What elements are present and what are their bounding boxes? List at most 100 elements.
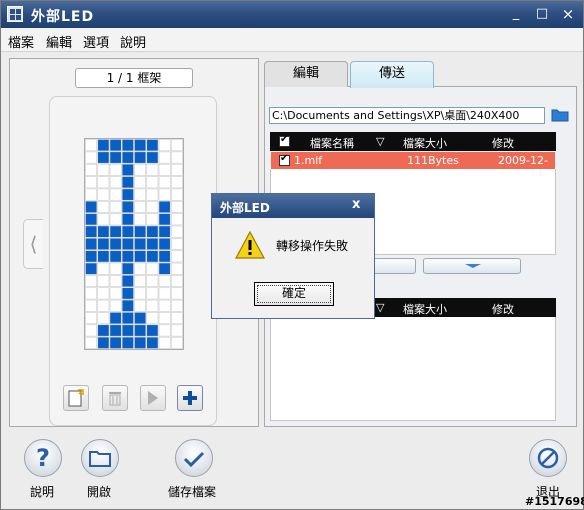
led-pixel-on[interactable] [134, 336, 147, 349]
led-pixel-off[interactable] [158, 336, 171, 349]
led-pixel-off[interactable] [109, 163, 122, 176]
led-pixel-off[interactable] [170, 176, 183, 189]
row-checkbox[interactable] [279, 153, 290, 166]
new-frame-button[interactable] [63, 385, 89, 411]
led-pixel-off[interactable] [158, 151, 171, 164]
close-window-button[interactable]: × [559, 5, 577, 23]
led-pixel-on[interactable] [85, 262, 98, 275]
led-pixel-off[interactable] [85, 299, 98, 312]
led-pixel-on[interactable] [121, 200, 134, 213]
led-pixel-off[interactable] [109, 213, 122, 226]
led-pixel-off[interactable] [109, 176, 122, 189]
led-pixel-off[interactable] [170, 213, 183, 226]
move-up-button[interactable] [372, 258, 416, 274]
led-pixel-on[interactable] [121, 213, 134, 226]
led-pixel-off[interactable] [158, 188, 171, 201]
led-pixel-on[interactable] [134, 312, 147, 325]
led-pixel-on[interactable] [109, 238, 122, 250]
header-modified[interactable]: 修改 [492, 135, 514, 151]
led-pixel-off[interactable] [170, 238, 183, 250]
save-file-button[interactable] [175, 439, 213, 477]
led-pixel-off[interactable] [158, 312, 171, 325]
led-pixel-on[interactable] [134, 151, 147, 164]
tab-edit[interactable]: 編輯 [264, 61, 348, 87]
led-pixel-off[interactable] [158, 163, 171, 176]
led-pixel-off[interactable] [170, 287, 183, 300]
led-pixel-off[interactable] [85, 275, 98, 288]
led-pixel-off[interactable] [97, 262, 110, 275]
move-down-button[interactable] [423, 258, 521, 274]
led-pixel-on[interactable] [97, 238, 110, 250]
led-pixel-on[interactable] [121, 151, 134, 164]
led-pixel-off[interactable] [158, 176, 171, 189]
led-pixel-on[interactable] [121, 139, 134, 152]
exit-button[interactable] [529, 439, 567, 477]
menu-options[interactable]: 選項 [83, 32, 109, 51]
led-pixel-off[interactable] [170, 200, 183, 213]
led-pixel-on[interactable] [121, 163, 134, 176]
led-pixel-off[interactable] [170, 336, 183, 349]
led-pixel-off[interactable] [97, 299, 110, 312]
led-pixel-off[interactable] [109, 200, 122, 213]
led-pixel-on[interactable] [134, 238, 147, 250]
led-pixel-on[interactable] [85, 250, 98, 263]
menu-file[interactable]: 檔案 [8, 32, 34, 51]
led-pixel-off[interactable] [170, 299, 183, 312]
play-button[interactable] [140, 385, 166, 411]
led-pixel-on[interactable] [158, 262, 171, 275]
led-pixel-on[interactable] [121, 188, 134, 201]
led-pixel-on[interactable] [121, 262, 134, 275]
led-pixel-off[interactable] [170, 139, 183, 152]
led-pixel-off[interactable] [158, 299, 171, 312]
led-pixel-on[interactable] [97, 151, 110, 164]
led-pixel-on[interactable] [85, 238, 98, 250]
led-pixel-off[interactable] [146, 176, 159, 189]
led-pixel-grid[interactable] [84, 138, 184, 350]
header-file-size[interactable]: 檔案大小 [403, 135, 447, 151]
table-row[interactable]: 1.mlf 111Bytes 2009-12-31 [271, 152, 555, 180]
pixel-grid-svg[interactable] [85, 139, 183, 349]
led-pixel-off[interactable] [146, 312, 159, 325]
collapse-panel-handle[interactable]: ⟨ [23, 219, 43, 269]
led-pixel-off[interactable] [146, 163, 159, 176]
led-pixel-on[interactable] [97, 225, 110, 238]
led-pixel-on[interactable] [158, 213, 171, 226]
led-pixel-on[interactable] [158, 200, 171, 213]
led-pixel-off[interactable] [170, 324, 183, 337]
dialog-close-button[interactable]: x [352, 197, 360, 212]
led-pixel-off[interactable] [134, 163, 147, 176]
led-pixel-on[interactable] [97, 250, 110, 263]
led-pixel-off[interactable] [158, 287, 171, 300]
open-button[interactable] [81, 439, 119, 477]
led-pixel-off[interactable] [97, 213, 110, 226]
led-pixel-on[interactable] [146, 151, 159, 164]
led-pixel-on[interactable] [134, 225, 147, 238]
led-pixel-off[interactable] [170, 262, 183, 275]
led-pixel-on[interactable] [134, 324, 147, 337]
led-pixel-on[interactable] [121, 225, 134, 238]
led-pixel-on[interactable] [109, 312, 122, 325]
led-pixel-on[interactable] [109, 336, 122, 349]
led-pixel-off[interactable] [170, 275, 183, 288]
led-pixel-off[interactable] [97, 176, 110, 189]
led-pixel-off[interactable] [170, 250, 183, 263]
led-pixel-off[interactable] [109, 287, 122, 300]
led-pixel-off[interactable] [146, 299, 159, 312]
dialog-title-bar[interactable]: 外部LED x [212, 194, 374, 218]
led-pixel-off[interactable] [97, 287, 110, 300]
led-pixel-on[interactable] [109, 225, 122, 238]
led-pixel-on[interactable] [109, 139, 122, 152]
header-file-name[interactable]: 檔案名稱 [310, 135, 354, 151]
led-pixel-off[interactable] [146, 213, 159, 226]
led-pixel-on[interactable] [85, 200, 98, 213]
led-pixel-off[interactable] [134, 299, 147, 312]
led-pixel-off[interactable] [134, 275, 147, 288]
led-pixel-off[interactable] [170, 188, 183, 201]
led-pixel-on[interactable] [121, 299, 134, 312]
led-pixel-on[interactable] [109, 250, 122, 263]
led-pixel-off[interactable] [170, 151, 183, 164]
led-pixel-on[interactable] [121, 336, 134, 349]
led-pixel-off[interactable] [134, 262, 147, 275]
select-all-checkbox[interactable] [279, 134, 290, 147]
led-pixel-off[interactable] [158, 139, 171, 152]
